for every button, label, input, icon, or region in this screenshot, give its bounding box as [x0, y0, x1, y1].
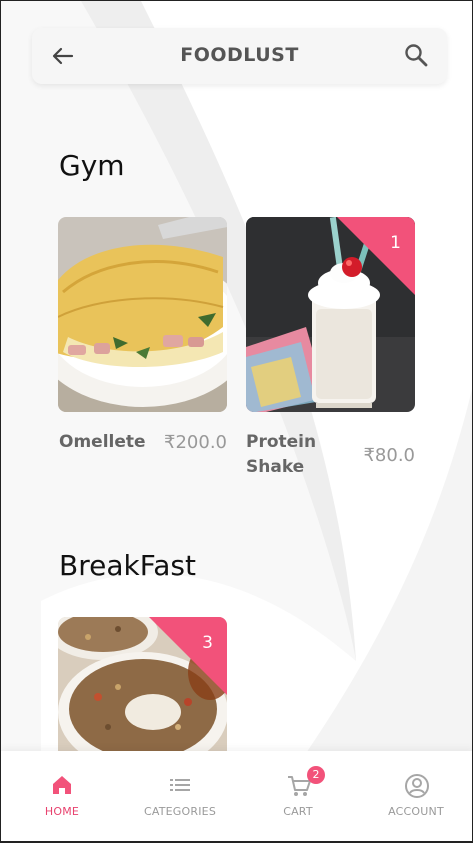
- quantity-badge-triangle: [337, 217, 415, 295]
- search-icon[interactable]: [403, 42, 429, 68]
- list-icon: [170, 779, 190, 791]
- nav-account-label: ACCOUNT: [388, 805, 444, 818]
- app-bar: FOODLUST: [32, 28, 447, 84]
- food-card-omellete[interactable]: [58, 217, 227, 412]
- quantity-badge: 1: [390, 233, 401, 253]
- omelette-image: [58, 217, 227, 412]
- item-price-omellete: ₹200.0: [164, 432, 227, 453]
- home-icon: [53, 776, 71, 794]
- nav-cart-label: CART: [283, 805, 313, 818]
- food-card-protein-shake[interactable]: 1: [246, 217, 415, 412]
- nav-home[interactable]: HOME: [3, 751, 121, 841]
- nav-account[interactable]: ACCOUNT: [357, 751, 472, 841]
- item-name-omellete: Omellete: [59, 432, 146, 452]
- cart-count-badge: 2: [307, 766, 325, 784]
- food-card-breakfast[interactable]: 3: [58, 617, 227, 751]
- nav-categories-label: CATEGORIES: [143, 805, 217, 818]
- nav-cart[interactable]: 2 CART: [239, 751, 357, 841]
- item-name-line2: Shake: [246, 457, 305, 477]
- quantity-badge: 3: [202, 633, 213, 653]
- bottom-navigation: HOME CATEGORIES 2 CART ACCOUNT: [1, 751, 472, 841]
- quantity-badge-triangle: [149, 617, 227, 695]
- item-name-line1: Protein: [246, 432, 317, 452]
- account-icon: [405, 774, 429, 798]
- item-name-protein-shake: Protein Shake: [246, 430, 316, 480]
- nav-categories[interactable]: CATEGORIES: [121, 751, 239, 841]
- app-title: FOODLUST: [180, 44, 299, 66]
- app-screen: FOODLUST Gym Omellete ₹200.0 1 Protein S…: [0, 0, 473, 843]
- item-price-protein-shake: ₹80.0: [363, 445, 415, 466]
- section-title-breakfast: BreakFast: [59, 549, 196, 582]
- nav-home-label: HOME: [44, 805, 80, 818]
- section-title-gym: Gym: [59, 149, 125, 182]
